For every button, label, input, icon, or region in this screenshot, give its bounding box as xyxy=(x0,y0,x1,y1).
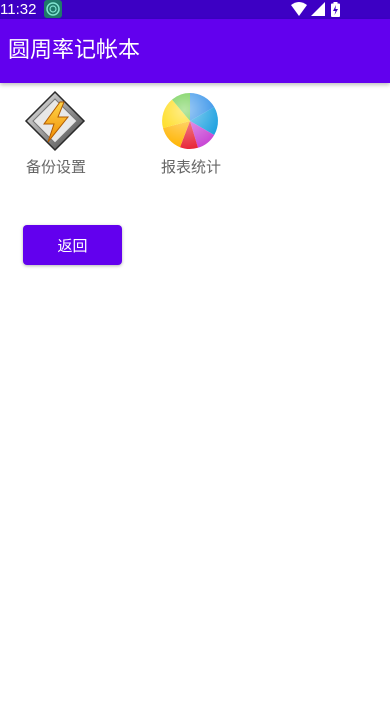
app-bar: 圆周率记帐本 xyxy=(0,19,390,83)
app-title: 圆周率记帐本 xyxy=(8,38,141,63)
lightning-icon xyxy=(24,90,86,152)
battery-charging-icon xyxy=(331,2,340,17)
pie-chart-icon xyxy=(162,93,218,150)
back-button[interactable]: 返回 xyxy=(23,225,122,265)
cell-signal-icon xyxy=(311,2,325,16)
backup-settings-label: 备份设置 xyxy=(25,158,86,176)
status-bar: 11:32 xyxy=(0,0,390,19)
report-statistics-tile[interactable]: 报表统计 xyxy=(151,90,231,180)
status-time: 11:32 xyxy=(0,1,37,18)
wifi-icon xyxy=(291,2,307,16)
backup-settings-tile[interactable]: 备份设置 xyxy=(16,90,96,180)
report-statistics-label: 报表统计 xyxy=(160,158,221,176)
app-notification-icon xyxy=(44,0,62,18)
